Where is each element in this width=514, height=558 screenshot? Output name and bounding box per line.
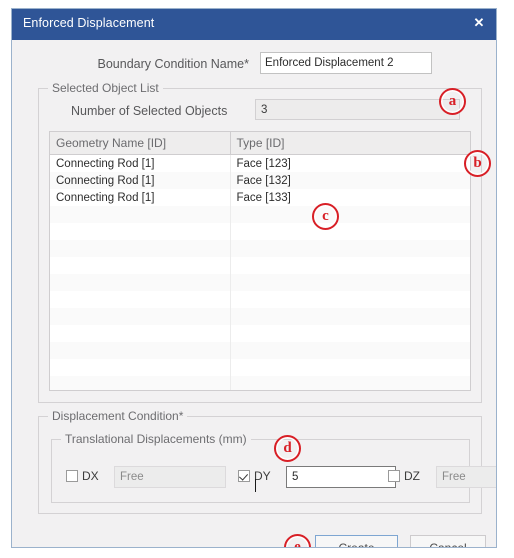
selected-object-list-group-title: Selected Object List: [48, 81, 163, 95]
checkbox-dy[interactable]: [238, 470, 250, 482]
dof-row-dy: DY: [238, 466, 398, 488]
label-dz: DZ: [404, 469, 420, 483]
table-row-empty[interactable]: [50, 223, 470, 240]
table-header-row: Geometry Name [ID] Type [ID]: [50, 132, 470, 155]
cell-empty: [50, 342, 231, 359]
annotation-marker-d: d: [274, 435, 301, 462]
cell-empty: [230, 206, 470, 223]
selected-objects-table: Geometry Name [ID] Type [ID] Connecting …: [50, 132, 470, 390]
dof-row-dx: DX: [66, 466, 226, 488]
annotation-marker-e: e: [284, 534, 311, 547]
number-of-selected-objects-label: Number of Selected Objects: [71, 104, 228, 118]
displacement-condition-group: Displacement Condition* Translational Di…: [38, 409, 496, 514]
cell-empty: [230, 223, 470, 240]
cell-empty: [230, 308, 470, 325]
cell-empty: [50, 206, 231, 223]
cell-empty: [230, 342, 470, 359]
table-row-empty[interactable]: [50, 376, 470, 390]
cell-type: Face [123]: [236, 157, 291, 170]
value-input-dy[interactable]: [286, 466, 396, 488]
cell-geometry-name: Connecting Rod [1]: [50, 154, 231, 172]
cell-type: Face [132]: [230, 172, 470, 189]
boundary-condition-name-row: Boundary Condition Name*: [12, 51, 496, 79]
table-row-empty[interactable]: [50, 291, 470, 308]
table-row-empty[interactable]: [50, 342, 470, 359]
cell-empty: [230, 359, 470, 376]
cell-empty: [50, 257, 231, 274]
checkbox-dz[interactable]: [388, 470, 400, 482]
cell-empty: [230, 291, 470, 308]
selected-objects-table-wrapper[interactable]: Geometry Name [ID] Type [ID] Connecting …: [49, 131, 471, 391]
selected-objects-table-body: Connecting Rod [1] Face [123] Connecting R…: [50, 154, 470, 390]
displacement-condition-group-title: Displacement Condition*: [48, 409, 188, 423]
dialog-body: Boundary Condition Name* Selected Object…: [12, 40, 496, 547]
table-row[interactable]: Connecting Rod [1] Face [132]: [50, 172, 470, 189]
close-icon[interactable]: ✕: [466, 10, 492, 34]
table-row-empty[interactable]: [50, 257, 470, 274]
cancel-button[interactable]: Cancel: [410, 535, 486, 547]
column-header-geometry-name[interactable]: Geometry Name [ID]: [50, 132, 231, 155]
cell-empty: [50, 308, 231, 325]
annotation-marker-b: b: [464, 150, 491, 177]
translational-displacements-group-title: Translational Displacements (mm): [61, 432, 251, 446]
boundary-condition-name-label: Boundary Condition Name*: [97, 57, 249, 71]
dof-row-dz: DZ: [388, 466, 496, 488]
enforced-displacement-dialog: Enforced Displacement ✕ Boundary Conditi…: [11, 8, 497, 548]
dialog-title: Enforced Displacement: [23, 16, 155, 30]
cell-empty: [230, 257, 470, 274]
translational-displacements-group: Translational Displacements (mm) DX DY D…: [51, 432, 496, 503]
text-caret: [255, 479, 256, 492]
cell-empty: [230, 240, 470, 257]
cell-empty: [50, 291, 231, 308]
annotation-marker-a: a: [439, 88, 466, 115]
cell-empty: [230, 274, 470, 291]
table-row-empty[interactable]: [50, 308, 470, 325]
table-row-empty[interactable]: [50, 274, 470, 291]
table-row-empty[interactable]: [50, 240, 470, 257]
annotation-marker-c: c: [312, 203, 339, 230]
cell-empty: [50, 274, 231, 291]
value-input-dx: [114, 466, 226, 488]
boundary-condition-name-input[interactable]: [260, 52, 432, 74]
cell-empty: [50, 376, 231, 390]
cell-empty: [230, 325, 470, 342]
table-row-empty[interactable]: [50, 325, 470, 342]
label-dy: DY: [254, 469, 271, 483]
cell-empty: [50, 240, 231, 257]
table-row-empty[interactable]: [50, 359, 470, 376]
cell-empty: [50, 359, 231, 376]
cell-type: Face [133]: [236, 191, 291, 204]
number-of-selected-objects-value: [255, 99, 460, 120]
cell-empty: [230, 376, 470, 390]
cell-empty: [50, 325, 231, 342]
label-dx: DX: [82, 469, 99, 483]
table-row[interactable]: Connecting Rod [1] Face [123]: [50, 154, 470, 172]
selected-object-list-group: Selected Object List Number of Selected …: [38, 81, 482, 403]
table-row-empty[interactable]: [50, 206, 470, 223]
checkbox-dx[interactable]: [66, 470, 78, 482]
value-input-dz: [436, 466, 496, 488]
dialog-titlebar: Enforced Displacement ✕: [12, 9, 496, 40]
cell-geometry-name: Connecting Rod [1]: [50, 189, 231, 206]
cell-geometry-name: Connecting Rod [1]: [50, 172, 231, 189]
column-header-type[interactable]: Type [ID]: [230, 132, 470, 155]
cell-empty: [50, 223, 231, 240]
create-button[interactable]: Create: [315, 535, 398, 547]
table-row[interactable]: Connecting Rod [1] Face [133]: [50, 189, 470, 206]
